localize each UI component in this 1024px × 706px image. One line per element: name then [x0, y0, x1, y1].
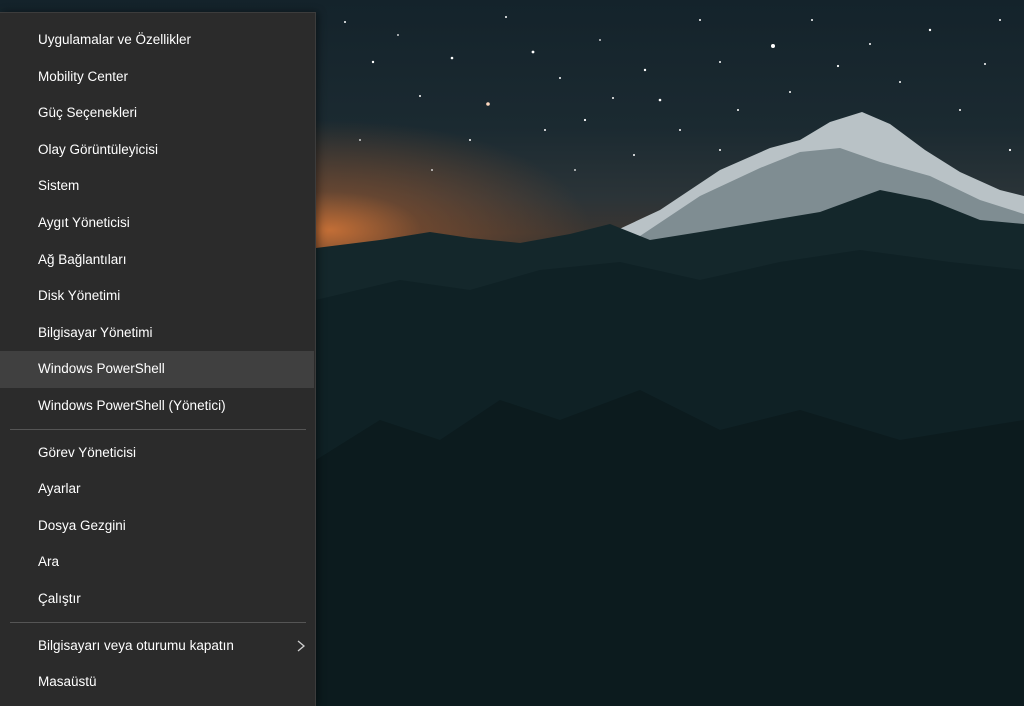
valley-shadow: [316, 390, 1024, 706]
menu-item-label: Windows PowerShell: [38, 361, 165, 377]
menu-item-label: Çalıştır: [38, 590, 81, 606]
menu-item-task-manager[interactable]: Görev Yöneticisi: [0, 435, 314, 472]
menu-item-search[interactable]: Ara: [0, 544, 314, 581]
menu-item-event-viewer[interactable]: Olay Görüntüleyicisi: [0, 132, 314, 169]
menu-item-network-connections[interactable]: Ağ Bağlantıları: [0, 242, 314, 279]
menu-item-label: Mobility Center: [38, 68, 129, 84]
menu-item-label: Ara: [38, 554, 60, 570]
menu-item-mobility-center[interactable]: Mobility Center: [0, 59, 314, 96]
menu-separator: [10, 428, 306, 430]
menu-group-admin-tools: Uygulamalar ve Özellikler Mobility Center…: [0, 22, 315, 425]
menu-item-label: Ağ Bağlantıları: [38, 251, 127, 267]
menu-item-label: Olay Görüntüleyicisi: [38, 141, 159, 157]
menu-item-shutdown-signout[interactable]: Bilgisayarı veya oturumu kapatın: [0, 628, 314, 665]
menu-item-device-manager[interactable]: Aygıt Yöneticisi: [0, 205, 314, 242]
menu-item-label: Masaüstü: [38, 674, 97, 690]
menu-item-disk-management[interactable]: Disk Yönetimi: [0, 278, 314, 315]
menu-item-settings[interactable]: Ayarlar: [0, 471, 314, 508]
menu-item-label: Disk Yönetimi: [38, 288, 121, 304]
menu-item-label: Güç Seçenekleri: [38, 105, 138, 121]
menu-item-system[interactable]: Sistem: [0, 168, 314, 205]
menu-item-powershell-admin[interactable]: Windows PowerShell (Yönetici): [0, 388, 314, 425]
menu-item-label: Windows PowerShell (Yönetici): [38, 397, 226, 413]
menu-item-run[interactable]: Çalıştır: [0, 581, 314, 618]
menu-item-label: Ayarlar: [38, 481, 81, 497]
power-user-menu: Uygulamalar ve Özellikler Mobility Center…: [0, 12, 316, 706]
menu-item-label: Görev Yöneticisi: [38, 444, 137, 460]
menu-item-label: Aygıt Yöneticisi: [38, 214, 130, 230]
menu-item-label: Uygulamalar ve Özellikler: [38, 32, 192, 47]
menu-item-label: Bilgisayar Yönetimi: [38, 324, 153, 340]
menu-item-computer-management[interactable]: Bilgisayar Yönetimi: [0, 315, 314, 352]
menu-item-apps-features[interactable]: Uygulamalar ve Özellikler: [0, 22, 314, 59]
menu-item-desktop[interactable]: Masaüstü: [0, 664, 314, 701]
menu-item-power-options[interactable]: Güç Seçenekleri: [0, 95, 314, 132]
menu-item-label: Sistem: [38, 178, 80, 194]
menu-group-utilities: Görev Yöneticisi Ayarlar Dosya Gezgini Ara Ç…: [0, 435, 315, 618]
menu-item-label: Dosya Gezgini: [38, 517, 126, 533]
chevron-right-icon: [297, 640, 306, 651]
menu-group-session: Bilgisayarı veya oturumu kapatın Masaüstü: [0, 628, 315, 701]
menu-item-powershell[interactable]: Windows PowerShell: [0, 351, 314, 388]
menu-item-file-explorer[interactable]: Dosya Gezgini: [0, 508, 314, 545]
menu-separator: [10, 621, 306, 623]
menu-item-label: Bilgisayarı veya oturumu kapatın: [38, 637, 234, 653]
